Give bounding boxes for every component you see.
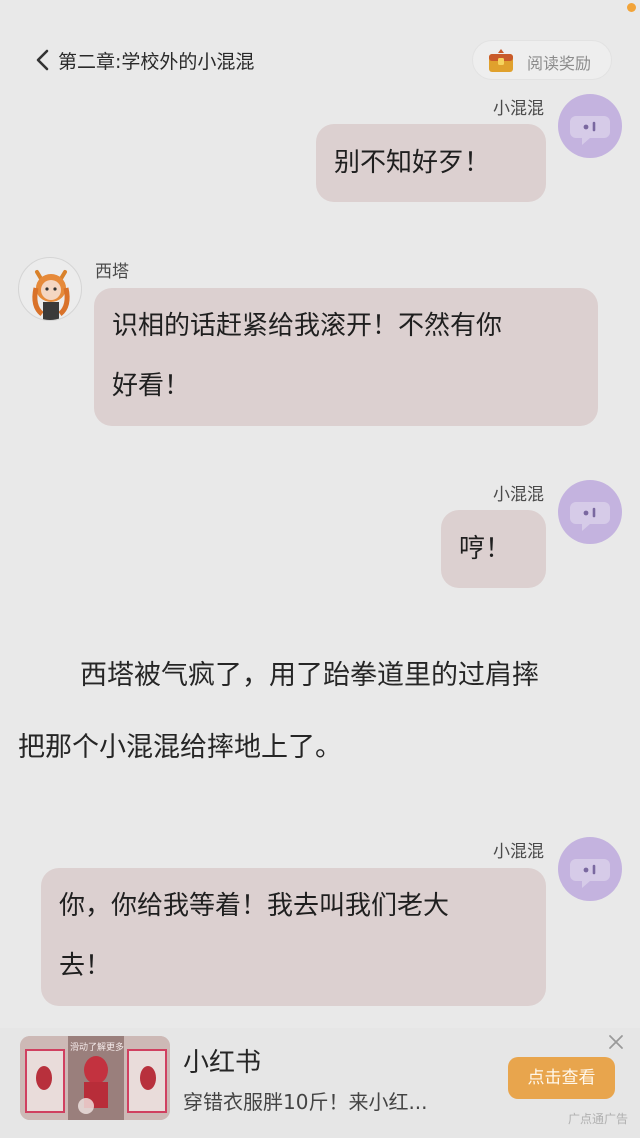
chat-bot-avatar-icon[interactable]	[558, 94, 622, 158]
chat-bubble-line: 你，你给我等着！我去叫我们老大	[59, 891, 450, 921]
chat-bubble: 你，你给我等着！我去叫我们老大 去！	[41, 868, 546, 1006]
chat-bubble-line: 识相的话赶紧给我滚开！不然有你	[112, 311, 503, 341]
girl-portrait-icon	[32, 270, 70, 320]
status-indicator-dot	[627, 3, 636, 12]
chapter-title: 第二章:学校外的小混混	[58, 51, 255, 73]
chat-bubble: 别不知好歹！	[316, 124, 546, 202]
ad-thumb-caption: 滑动了解更多	[70, 1043, 125, 1053]
ad-description: 穿错衣服胖10斤！来小红...	[183, 1090, 428, 1114]
speaker-name: 小混混	[493, 485, 544, 505]
speaker-name: 小混混	[493, 99, 544, 119]
chat-bubble: 哼！	[441, 510, 546, 588]
ad-source-tag: 广点通广告	[568, 1112, 629, 1126]
speaker-name: 西塔	[95, 262, 129, 282]
speaker-name: 小混混	[493, 842, 544, 862]
chat-bubble-line: 去！	[59, 951, 112, 981]
ad-view-button[interactable]: 点击查看	[508, 1057, 615, 1099]
ad-thumbnail[interactable]: 滑动了解更多	[20, 1036, 170, 1120]
ad-banner[interactable]: 滑动了解更多 小红书 穿错衣服胖10斤！来小红... 点击查看 广点通广告	[0, 1028, 640, 1138]
narration-line: 西塔被气疯了，用了跆拳道里的过肩摔	[80, 660, 539, 691]
treasure-chest-icon	[489, 49, 513, 72]
xita-avatar[interactable]	[18, 257, 82, 321]
narration-paragraph: 西塔被气疯了，用了跆拳道里的过肩摔 把那个小混混给摔地上了。	[18, 640, 626, 784]
chat-bubble-line: 好看！	[112, 371, 191, 401]
narration-line: 把那个小混混给摔地上了。	[18, 732, 342, 763]
ad-title: 小红书	[183, 1048, 262, 1078]
chat-bot-avatar-icon[interactable]	[558, 480, 622, 544]
reader-header: 第二章:学校外的小混混 阅读奖励	[0, 38, 640, 82]
back-chevron-icon[interactable]	[32, 48, 56, 72]
reading-reward-label: 阅读奖励	[527, 54, 592, 73]
chat-bubble: 识相的话赶紧给我滚开！不然有你 好看！	[94, 288, 598, 426]
chat-bot-avatar-icon[interactable]	[558, 837, 622, 901]
reading-reward-button[interactable]: 阅读奖励	[472, 40, 612, 80]
close-icon[interactable]	[606, 1032, 626, 1052]
